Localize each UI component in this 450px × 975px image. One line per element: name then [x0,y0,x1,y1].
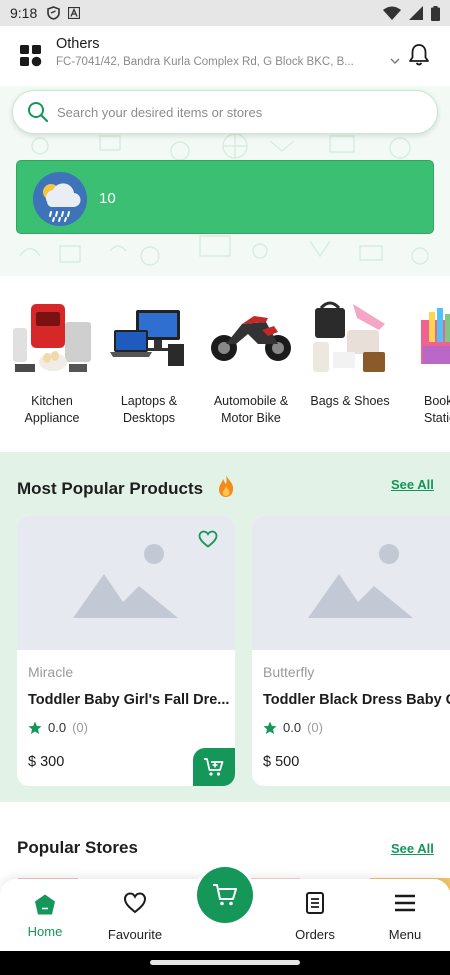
product-store-name: Butterfly [263,664,315,680]
weather-banner[interactable]: 10 [16,160,434,234]
product-price: $ 300 [28,754,65,770]
cart-icon [213,884,237,906]
nav-favourite-label: Favourite [107,927,163,942]
product-store-name: Miracle [28,664,74,680]
product-card[interactable]: Miracle Toddler Baby Girl's Fall Dre... … [17,516,235,786]
rating-value: 0.0 [48,720,67,735]
cart-fab-circle [197,867,253,923]
category-label: Book Statio [424,394,450,425]
nav-favourite[interactable]: Favourite [90,879,180,951]
status-time: 9:18 [10,5,38,21]
product-price: $ 500 [263,754,300,770]
header: Others FC-7041/42, Bandra Kurla Complex … [0,26,450,86]
category-item[interactable]: Kitchen Appliance [2,300,102,427]
section-title: Popular Stores [17,838,138,857]
motorbike-image [211,316,291,361]
category-carousel[interactable]: Kitchen Appliance Laptops & Desktops Aut… [0,276,450,452]
nav-menu[interactable]: Menu [360,879,450,951]
status-bar: 9:18 [0,0,450,26]
bell-icon[interactable] [406,42,432,68]
rating-count: (0) [307,720,323,735]
battery-icon [431,5,440,21]
home-icon [35,894,55,915]
category-label: Kitchen Appliance [24,394,80,425]
section-title: Most Popular Products [17,474,236,499]
chevron-down-icon[interactable] [389,56,401,66]
wifi-icon [383,6,401,20]
product-name: Toddler Baby Girl's Fall Dre... [28,692,230,708]
hero-area: 10 [0,86,450,276]
nav-home-label: Home [27,924,63,939]
product-name: Toddler Black Dress Baby G [263,692,450,708]
system-gesture-bar [0,951,450,975]
nav-home[interactable]: Home [0,879,90,951]
home-indicator[interactable] [150,960,300,965]
add-to-cart-button[interactable] [193,748,235,786]
grid-menu-icon[interactable] [20,45,42,67]
search-bar[interactable] [12,90,438,134]
heart-icon[interactable] [198,530,218,548]
rain-cloud-icon [33,172,87,226]
signal-icon [409,6,423,20]
nav-menu-label: Menu [388,927,422,942]
product-rating: 0.0 (0) [28,720,88,735]
cart-fab-button[interactable] [194,864,256,926]
see-all-stores-link[interactable]: See All [391,841,434,856]
bags-shoes-image [313,301,385,372]
hamburger-menu-icon [395,894,415,912]
location-title[interactable]: Others [56,36,100,52]
category-item[interactable]: Laptops & Desktops [99,300,199,427]
star-icon [263,721,277,734]
laptop-image [110,310,184,366]
category-label: Laptops & Desktops [120,394,178,425]
category-item[interactable]: Automobile & Motor Bike [201,300,301,427]
category-item[interactable]: Book Statio [400,300,450,427]
category-label: Bags & Shoes [310,394,390,408]
search-input[interactable] [57,104,417,120]
nav-orders[interactable]: Orders [270,879,360,951]
stationery-image [421,308,450,364]
weather-value: 10 [99,190,116,207]
product-image-placeholder [252,516,450,650]
product-rating: 0.0 (0) [263,720,323,735]
product-card[interactable]: Butterfly Toddler Black Dress Baby G 0.0… [252,516,450,786]
cart-plus-icon [204,758,224,776]
rating-count: (0) [72,720,88,735]
category-item[interactable]: Bags & Shoes [300,300,400,410]
popular-products-section: Most Popular Products See All Miracle To… [0,452,450,802]
heart-icon [123,892,147,914]
kitchen-appliance-image [13,304,91,372]
search-icon [28,102,49,123]
rating-value: 0.0 [283,720,302,735]
star-icon [28,721,42,734]
shield-icon [47,6,61,20]
fire-icon [218,475,233,497]
image-placeholder-icon [308,544,413,618]
nav-orders-label: Orders [295,927,335,942]
receipt-icon [306,892,324,914]
category-label: Automobile & Motor Bike [213,394,289,425]
location-address[interactable]: FC-7041/42, Bandra Kurla Complex Rd, G B… [56,56,386,68]
font-icon [68,7,81,19]
see-all-products-link[interactable]: See All [391,477,434,492]
